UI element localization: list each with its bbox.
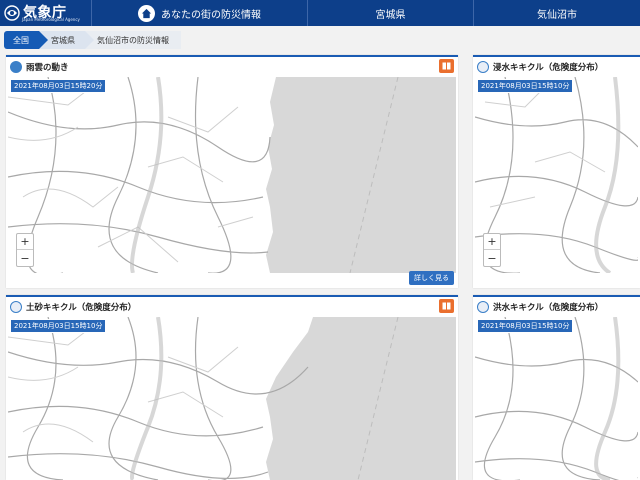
map-timestamp: 2021年08月03日15時10分 (10, 319, 107, 333)
nav-city-label: 気仙沼市 (537, 9, 577, 21)
map-layer (8, 77, 456, 273)
map-timestamp: 2021年08月03日15時10分 (477, 319, 574, 333)
zoom-in-button[interactable]: + (484, 234, 500, 250)
zoom-out-button[interactable]: − (17, 250, 33, 266)
more-details-button[interactable]: 詳しく見る (409, 271, 454, 285)
guide-book-icon[interactable] (439, 299, 454, 313)
home-icon (138, 4, 155, 22)
rain-cloud-icon (10, 60, 22, 73)
landslide-map[interactable]: 2021年08月03日15時10分 (8, 317, 456, 480)
breadcrumb: 全国 宮城県 気仙沼市の防災情報 (4, 31, 181, 49)
panel-title: 洪水キキクル（危険度分布） (493, 302, 604, 313)
nav-local-info[interactable]: あなたの街の防災情報 (92, 0, 308, 26)
zoom-control: + − (483, 233, 501, 267)
zoom-out-button[interactable]: − (484, 250, 500, 266)
nav-prefecture[interactable]: 宮城県 (308, 0, 474, 26)
guide-book-icon[interactable] (439, 59, 454, 73)
jma-logo[interactable]: 気象庁 Japan Meteorological Agency (0, 0, 92, 26)
logo-subtitle: Japan Meteorological Agency (22, 17, 80, 22)
panel-title: 浸水キキクル（危険度分布） (493, 62, 604, 73)
zoom-in-button[interactable]: + (17, 234, 33, 250)
panel-title: 雨雲の動き (26, 62, 69, 73)
zoom-control: + − (16, 233, 34, 267)
panel-title: 土砂キキクル（危険度分布） (26, 302, 137, 313)
rain-map[interactable]: 2021年08月03日15時20分 + − (8, 77, 456, 273)
panel-rain-clouds: 雨雲の動き 2021年08月03日15時20分 + − 詳しく見る (6, 55, 458, 288)
panel-flood-risk: 洪水キキクル（危険度分布） 2021年08月03日15時10分 (473, 295, 640, 480)
flood-icon (477, 300, 489, 313)
panel-landslide-risk: 土砂キキクル（危険度分布） 2021年08月03日15時10分 (6, 295, 458, 480)
inundation-map[interactable]: 2021年08月03日15時10分 + − (475, 77, 638, 273)
map-timestamp: 2021年08月03日15時20分 (10, 79, 107, 93)
map-layer (8, 317, 456, 480)
breadcrumb-national[interactable]: 全国 (4, 31, 48, 49)
nav-local-info-label: あなたの街の防災情報 (161, 9, 261, 21)
flood-map[interactable]: 2021年08月03日15時10分 (475, 317, 638, 480)
map-layer (475, 317, 638, 480)
map-timestamp: 2021年08月03日15時10分 (477, 79, 574, 93)
jma-emblem-icon (4, 5, 20, 21)
top-header: 気象庁 Japan Meteorological Agency あなたの街の防災… (0, 0, 640, 26)
nav-city[interactable]: 気仙沼市 (474, 0, 640, 26)
landslide-icon (10, 300, 22, 313)
nav-prefecture-label: 宮城県 (375, 9, 406, 21)
breadcrumb-current: 気仙沼市の防災情報 (85, 31, 181, 49)
panel-inundation-risk: 浸水キキクル（危険度分布） 2021年08月03日15時10分 + − (473, 55, 640, 288)
inundation-icon (477, 60, 489, 73)
